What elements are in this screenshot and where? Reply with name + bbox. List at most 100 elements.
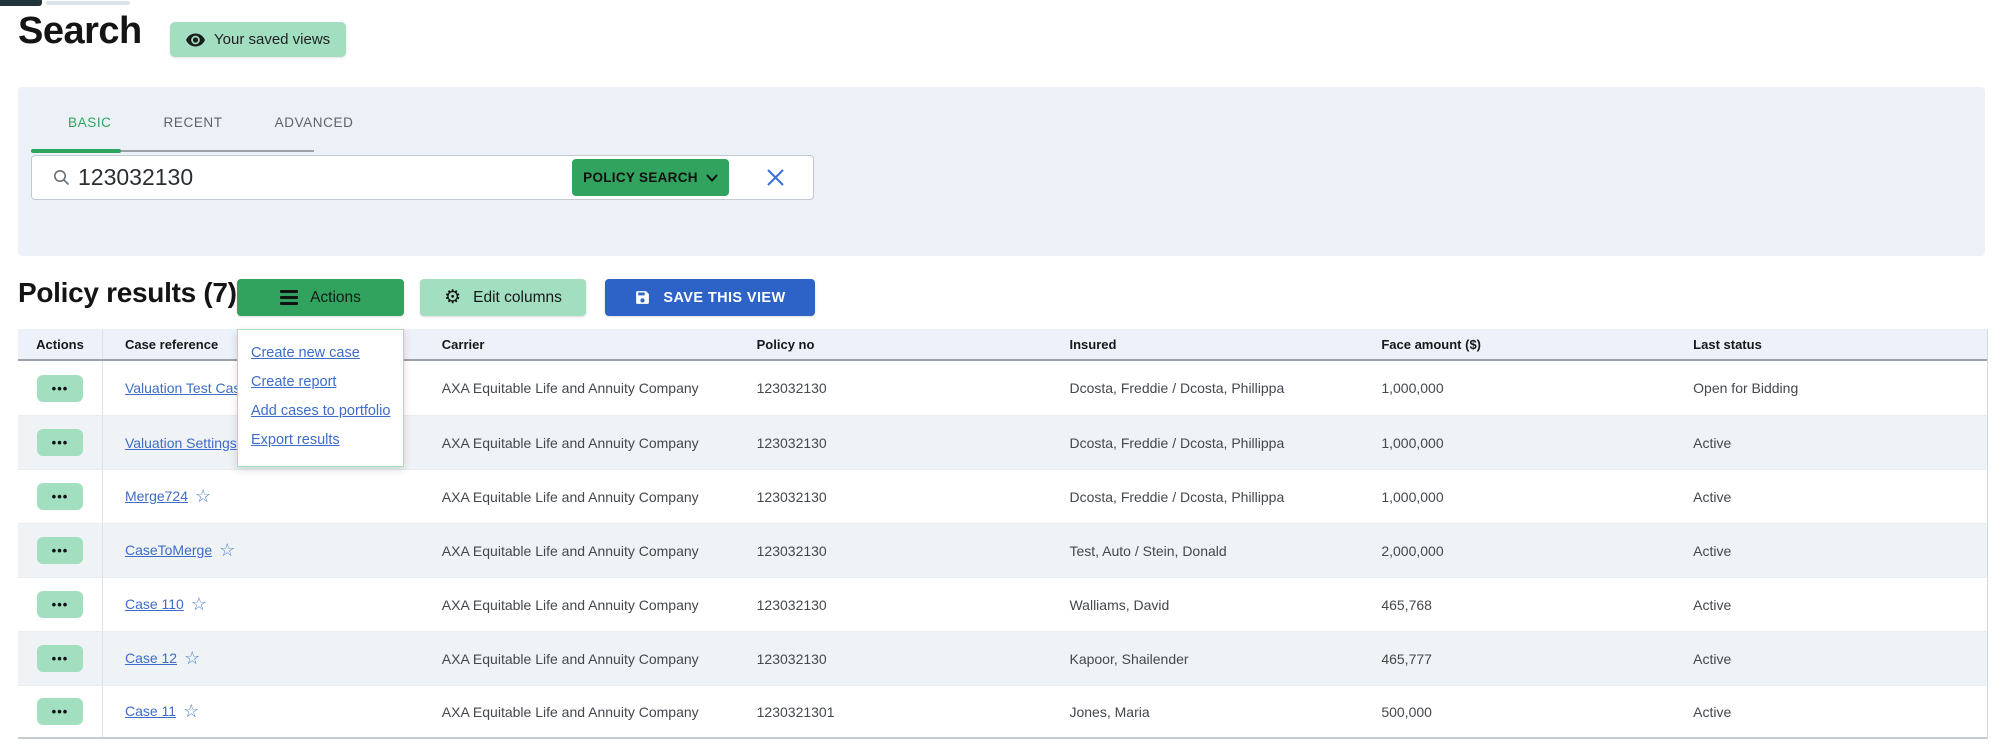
search-input[interactable] — [78, 156, 572, 199]
table-row: ••• Merge724 ☆ AXA Equitable Life and Annui… — [18, 469, 1987, 523]
face-amount-cell: 465,768 — [1359, 597, 1671, 613]
save-view-label: SAVE THIS VIEW — [663, 290, 785, 306]
row-actions-button[interactable]: ••• — [37, 483, 83, 510]
favorite-star-icon[interactable]: ☆ — [219, 540, 235, 561]
carrier-cell: AXA Equitable Life and Annuity Company — [420, 435, 735, 451]
policy-no-cell: 123032130 — [735, 651, 1048, 667]
save-this-view-button[interactable]: SAVE THIS VIEW — [605, 279, 815, 316]
close-icon — [766, 168, 785, 187]
search-tabs: BASIC RECENT ADVANCED — [66, 115, 355, 146]
menu-item-export-results[interactable]: Export results — [238, 425, 403, 454]
row-actions-button[interactable]: ••• — [37, 645, 83, 672]
favorite-star-icon[interactable]: ☆ — [183, 701, 199, 722]
active-tab-indicator — [31, 149, 121, 153]
table-row: ••• Case 12 ☆ AXA Equitable Life and Annuit… — [18, 631, 1987, 685]
column-header-face-amount[interactable]: Face amount ($) — [1359, 337, 1671, 352]
carrier-cell: AXA Equitable Life and Annuity Company — [420, 489, 735, 505]
edit-columns-button[interactable]: ⚙ Edit columns — [420, 279, 586, 316]
carrier-cell: AXA Equitable Life and Annuity Company — [420, 380, 735, 396]
carrier-cell: AXA Equitable Life and Annuity Company — [420, 543, 735, 559]
last-status-cell: Active — [1671, 489, 1987, 505]
case-reference-link[interactable]: Case 11 — [125, 703, 176, 719]
carrier-cell: AXA Equitable Life and Annuity Company — [420, 651, 735, 667]
row-actions-button[interactable]: ••• — [37, 698, 83, 725]
row-actions-button[interactable]: ••• — [37, 429, 83, 456]
search-box: POLICY SEARCH — [31, 155, 814, 200]
table-row: ••• Case 110 ☆ AXA Equitable Life and Annui… — [18, 577, 1987, 631]
menu-item-add-cases-to-portfolio[interactable]: Add cases to portfolio — [238, 396, 403, 425]
cropped-edge-fragment — [46, 1, 130, 5]
last-status-cell: Active — [1671, 543, 1987, 559]
column-header-last-status[interactable]: Last status — [1671, 337, 1987, 352]
column-header-policy-no[interactable]: Policy no — [735, 337, 1048, 352]
face-amount-cell: 500,000 — [1359, 704, 1671, 720]
page-title: Search — [18, 10, 142, 53]
results-heading: Policy results (7) — [18, 277, 237, 309]
insured-cell: Test, Auto / Stein, Donald — [1047, 543, 1359, 559]
carrier-cell: AXA Equitable Life and Annuity Company — [420, 597, 735, 613]
face-amount-cell: 2,000,000 — [1359, 543, 1671, 559]
gear-icon: ⚙ — [444, 288, 461, 307]
edit-columns-label: Edit columns — [473, 289, 562, 307]
insured-cell: Dcosta, Freddie / Dcosta, Phillippa — [1047, 380, 1359, 396]
insured-cell: Jones, Maria — [1047, 704, 1359, 720]
actions-button-label: Actions — [310, 289, 361, 307]
chevron-down-icon — [706, 174, 718, 182]
policy-search-scope-button[interactable]: POLICY SEARCH — [572, 159, 729, 196]
last-status-cell: Active — [1671, 435, 1987, 451]
carrier-cell: AXA Equitable Life and Annuity Company — [420, 704, 735, 720]
policy-no-cell: 123032130 — [735, 543, 1048, 559]
actions-dropdown-menu: Create new case Create report Add cases … — [237, 329, 404, 467]
case-reference-link[interactable]: Valuation Settings — [125, 435, 237, 451]
case-reference-link[interactable]: Merge724 — [125, 488, 188, 504]
face-amount-cell: 1,000,000 — [1359, 380, 1671, 396]
tab-recent[interactable]: RECENT — [162, 115, 225, 146]
tab-advanced[interactable]: ADVANCED — [273, 115, 356, 146]
search-panel: BASIC RECENT ADVANCED POLICY SEARCH — [18, 87, 1985, 256]
favorite-star-icon[interactable]: ☆ — [184, 648, 200, 669]
row-actions-button[interactable]: ••• — [37, 537, 83, 564]
column-header-insured[interactable]: Insured — [1047, 337, 1359, 352]
insured-cell: Walliams, David — [1047, 597, 1359, 613]
menu-item-create-new-case[interactable]: Create new case — [238, 338, 403, 367]
face-amount-cell: 1,000,000 — [1359, 435, 1671, 451]
last-status-cell: Active — [1671, 651, 1987, 667]
cropped-edge-fragment — [0, 0, 42, 6]
tab-basic[interactable]: BASIC — [66, 115, 114, 146]
column-header-actions[interactable]: Actions — [18, 329, 103, 359]
policy-no-cell: 123032130 — [735, 597, 1048, 613]
insured-cell: Dcosta, Freddie / Dcosta, Phillippa — [1047, 435, 1359, 451]
table-row: ••• CaseToMerge ☆ AXA Equitable Life and An… — [18, 523, 1987, 577]
scope-button-label: POLICY SEARCH — [583, 170, 698, 185]
policy-no-cell: 123032130 — [735, 380, 1048, 396]
last-status-cell: Open for Bidding — [1671, 380, 1987, 396]
policy-no-cell: 123032130 — [735, 489, 1048, 505]
column-header-carrier[interactable]: Carrier — [420, 337, 735, 352]
menu-item-create-report[interactable]: Create report — [238, 367, 403, 396]
case-reference-link[interactable]: CaseToMerge — [125, 542, 212, 558]
saved-views-label: Your saved views — [214, 31, 330, 48]
case-reference-link[interactable]: Case 12 — [125, 650, 177, 666]
row-actions-button[interactable]: ••• — [37, 591, 83, 618]
last-status-cell: Active — [1671, 704, 1987, 720]
policy-no-cell: 1230321301 — [735, 704, 1048, 720]
table-row: ••• Case 11 ☆ AXA Equitable Life and Annuit… — [18, 685, 1987, 739]
saved-views-button[interactable]: Your saved views — [170, 22, 346, 57]
face-amount-cell: 465,777 — [1359, 651, 1671, 667]
insured-cell: Kapoor, Shailender — [1047, 651, 1359, 667]
row-actions-button[interactable]: ••• — [37, 375, 83, 402]
eye-icon — [186, 33, 205, 47]
search-icon — [53, 169, 70, 186]
favorite-star-icon[interactable]: ☆ — [191, 594, 207, 615]
hamburger-icon — [280, 290, 298, 305]
save-icon — [634, 289, 651, 306]
last-status-cell: Active — [1671, 597, 1987, 613]
policy-no-cell: 123032130 — [735, 435, 1048, 451]
favorite-star-icon[interactable]: ☆ — [195, 486, 211, 507]
face-amount-cell: 1,000,000 — [1359, 489, 1671, 505]
clear-search-button[interactable] — [753, 159, 797, 196]
insured-cell: Dcosta, Freddie / Dcosta, Phillippa — [1047, 489, 1359, 505]
actions-button[interactable]: Actions — [237, 279, 404, 316]
case-reference-link[interactable]: Case 110 — [125, 596, 184, 612]
case-reference-link[interactable]: Valuation Test Case — [125, 380, 248, 396]
